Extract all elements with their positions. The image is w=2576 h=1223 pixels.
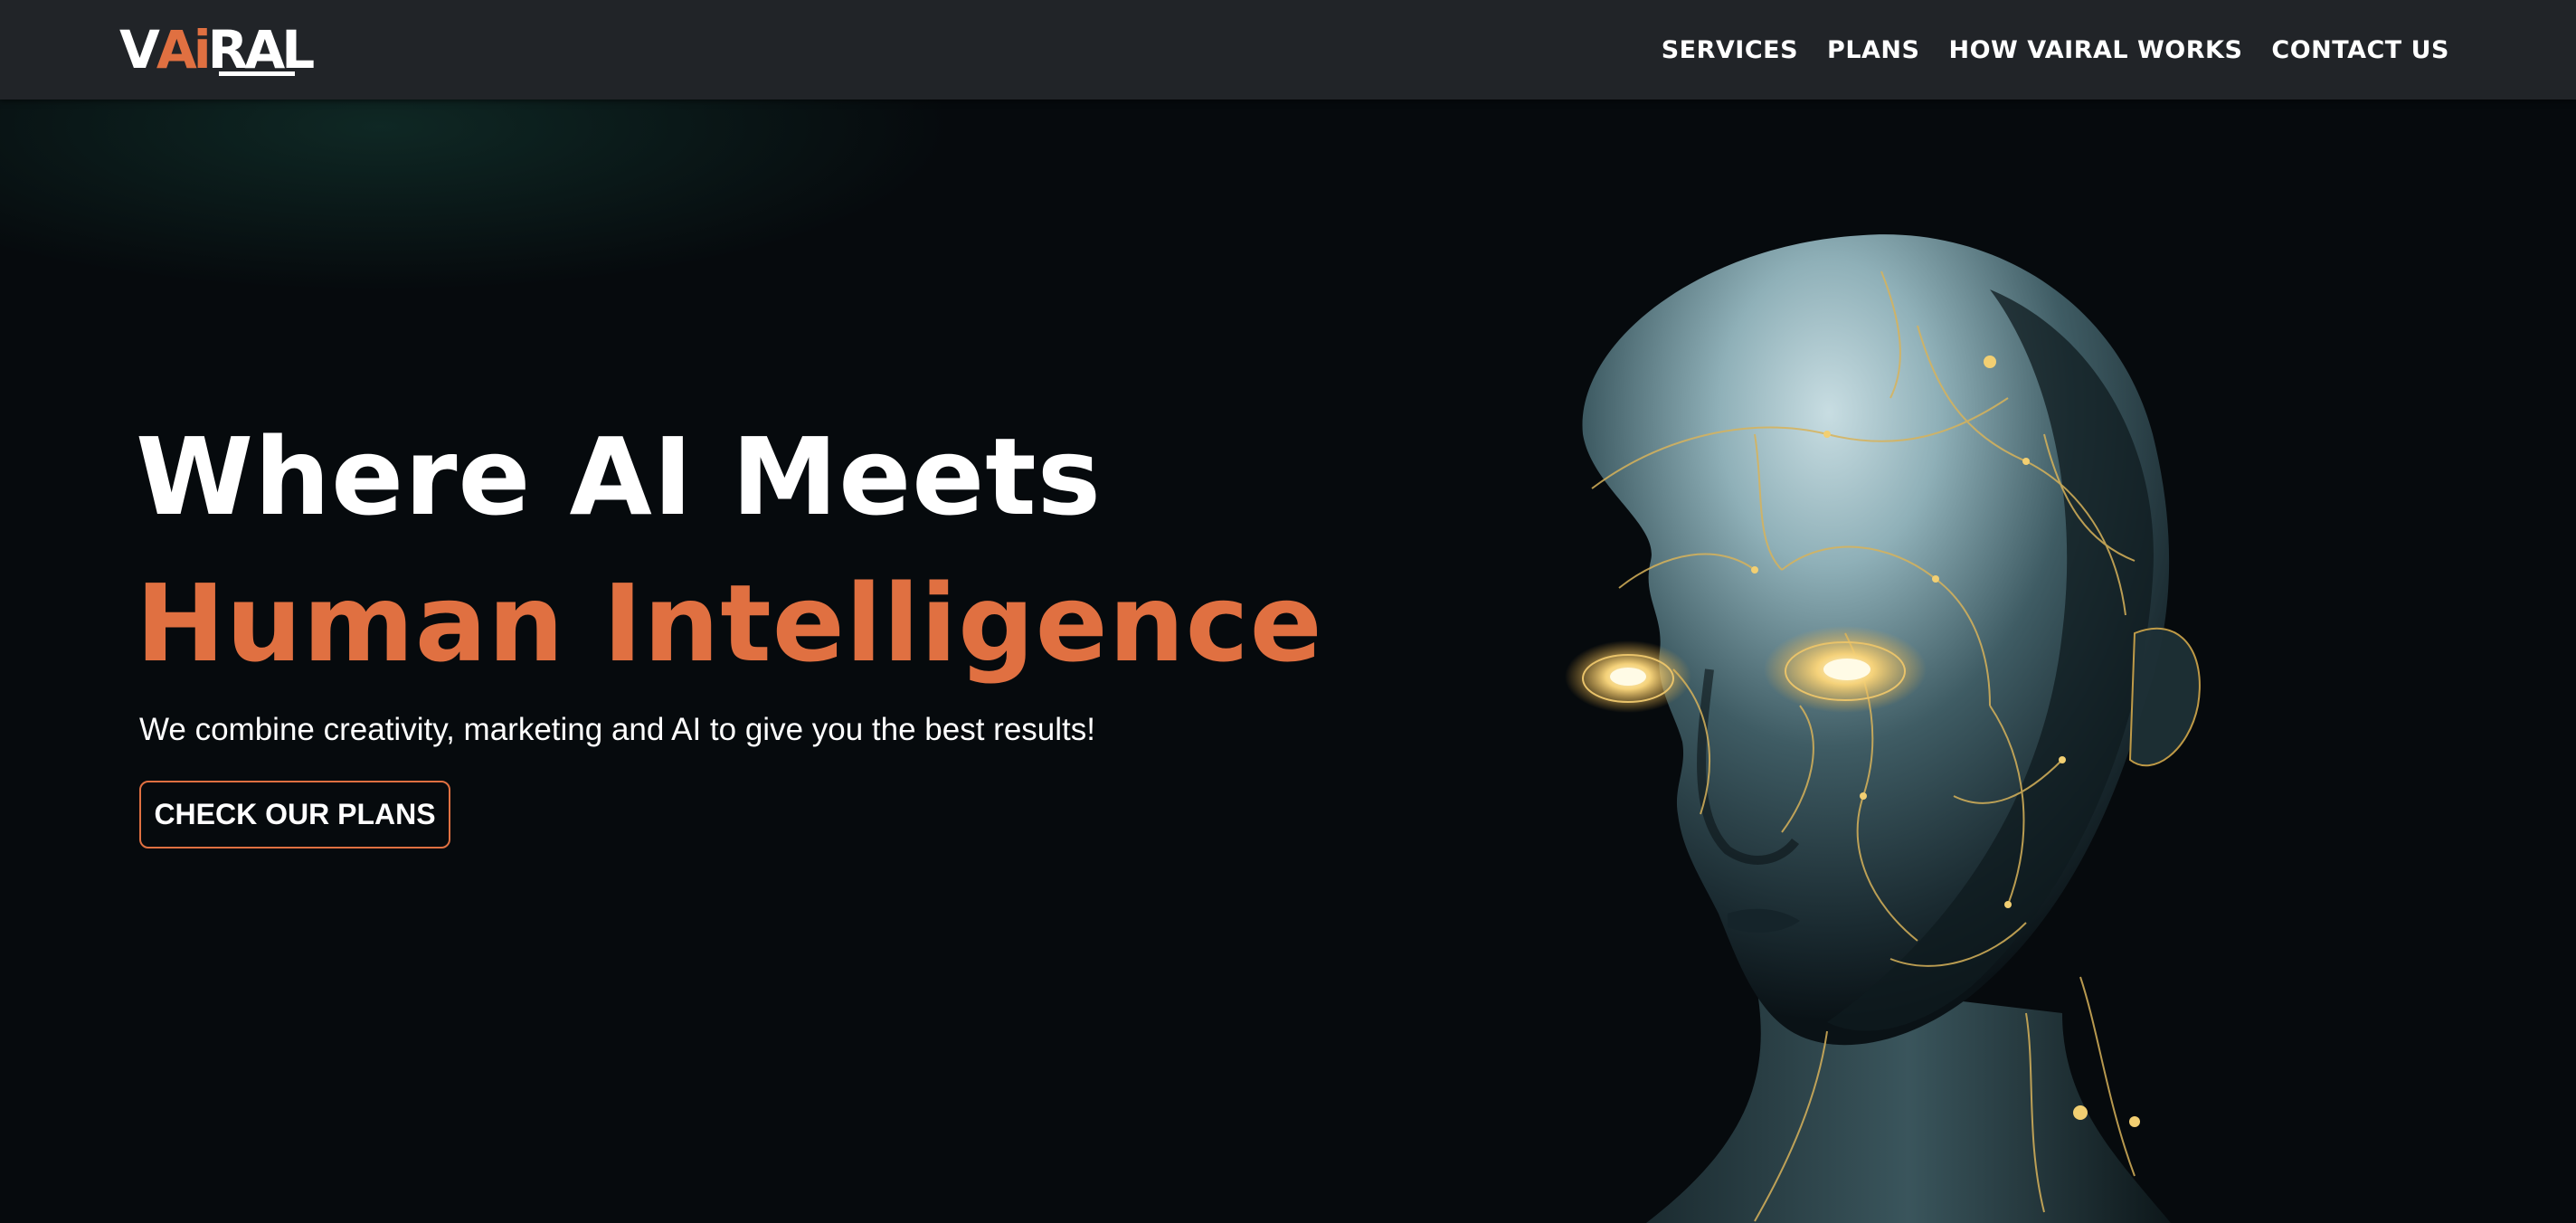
- site-logo[interactable]: V Ai RAL: [119, 19, 315, 81]
- nav-link-how-vairal-works[interactable]: HOW VAIRAL WORKS: [1948, 36, 2242, 64]
- logo-underline: [219, 71, 295, 76]
- check-our-plans-button[interactable]: CHECK OUR PLANS: [139, 781, 450, 849]
- hero-title-line-2: Human Intelligence: [136, 561, 1323, 686]
- ai-robot-head-illustration: [1565, 234, 2201, 1223]
- logo-text-ral: RAL: [207, 19, 315, 81]
- nav-link-plans[interactable]: PLANS: [1827, 36, 1919, 64]
- nav-link-services[interactable]: SERVICES: [1662, 36, 1798, 64]
- main-nav: SERVICES PLANS HOW VAIRAL WORKS CONTACT …: [1662, 0, 2449, 100]
- logo-text-v: V: [119, 19, 160, 81]
- hero-title-line-1: Where AI Meets: [136, 414, 1102, 539]
- hero-subtitle: We combine creativity, marketing and AI …: [139, 712, 1095, 747]
- nav-link-contact-us[interactable]: CONTACT US: [2271, 36, 2449, 64]
- page: V Ai RAL SERVICES PLANS HOW VAIRAL WORKS…: [0, 0, 2576, 1223]
- site-header: V Ai RAL SERVICES PLANS HOW VAIRAL WORKS…: [0, 0, 2576, 100]
- logo-text-ai: Ai: [156, 19, 212, 81]
